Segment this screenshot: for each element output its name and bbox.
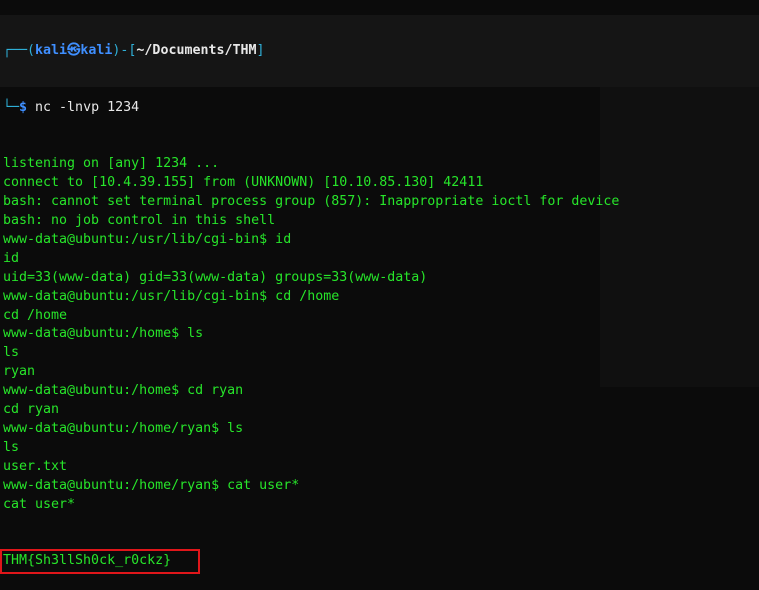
output-line: ls	[3, 345, 20, 361]
terminal-output: listening on [any] 1234 ... connect to [1…	[3, 155, 619, 514]
output-line: www-data@ubuntu:/usr/lib/cgi-bin$ cd /ho…	[3, 288, 340, 304]
prompt-header: ┌──(kali㉿kali)-[~/Documents/THM]	[3, 42, 265, 58]
flag-line: THM{Sh3llSh0ck_r0ckz}	[0, 549, 619, 575]
terminal[interactable]: ┌──(kali㉿kali)-[~/Documents/THM] └─$ nc …	[0, 4, 619, 590]
output-line: cat user*	[3, 496, 76, 512]
output-line: bash: no job control in this shell	[3, 212, 276, 228]
output-line: uid=33(www-data) gid=33(www-data) groups…	[3, 269, 428, 285]
output-line: user.txt	[3, 458, 68, 474]
background-window-ghost	[600, 87, 759, 387]
flag-highlight: THM{Sh3llSh0ck_r0ckz}	[0, 549, 201, 575]
output-line: listening on [any] 1234 ...	[3, 156, 220, 172]
output-line: www-data@ubuntu:/home$ cd ryan	[3, 383, 244, 399]
output-line: cd /home	[3, 307, 68, 323]
output-line: www-data@ubuntu:/usr/lib/cgi-bin$ id	[3, 231, 292, 247]
output-line: www-data@ubuntu:/home/ryan$ cat user*	[3, 477, 300, 493]
output-line: bash: cannot set terminal process group …	[3, 194, 620, 210]
prompt-command-line: └─$ nc -lnvp 1234	[3, 99, 140, 115]
output-line: ls	[3, 439, 20, 455]
output-line: ryan	[3, 364, 36, 380]
prompt-path: ~/Documents/THM	[136, 42, 257, 58]
prompt-host: kali	[80, 42, 113, 58]
output-line: www-data@ubuntu:/home$ ls	[3, 326, 204, 342]
prompt-command: nc -lnvp 1234	[35, 99, 140, 115]
prompt-user: kali	[35, 42, 68, 58]
output-line: id	[3, 250, 20, 266]
output-line: www-data@ubuntu:/home/ryan$ ls	[3, 420, 244, 436]
output-line: connect to [10.4.39.155] from (UNKNOWN) …	[3, 175, 484, 191]
